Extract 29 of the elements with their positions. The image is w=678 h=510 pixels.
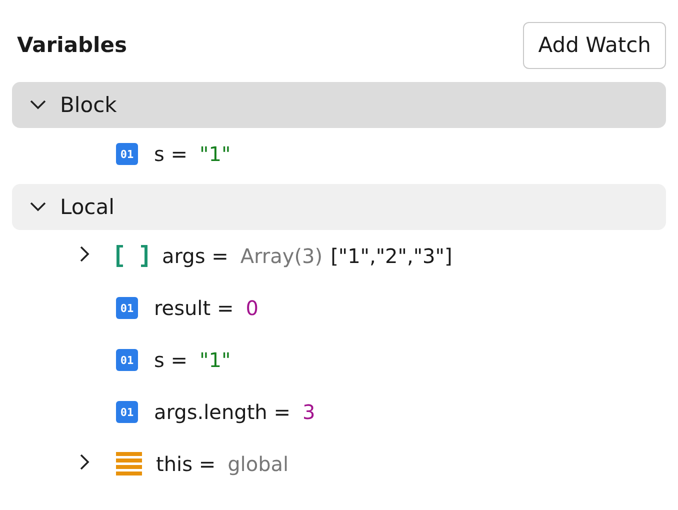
panel-title: Variables [17,33,127,57]
variable-name: args.length = [154,400,290,424]
stack-icon [116,452,142,476]
scope-header[interactable]: Block [12,82,666,128]
add-watch-button[interactable]: Add Watch [523,22,666,68]
variable-name: this = [156,452,216,476]
variable-value: "1" [200,348,231,372]
variable-name: s = [154,142,188,166]
number-badge-icon: 01 [116,143,138,165]
scope-name: Block [60,93,117,117]
number-badge-icon: 01 [116,401,138,423]
chevron-down-icon[interactable] [30,202,46,212]
scope-name: Local [60,195,114,219]
variable-value: global [228,452,289,476]
chevron-down-icon[interactable] [30,100,46,110]
variable-name: s = [154,348,188,372]
variable-value: ["1","2","3"] [330,244,452,268]
number-badge-icon: 01 [116,297,138,319]
variable-value: 3 [302,400,316,424]
variable-name: result = [154,296,234,320]
variable-value: 0 [246,296,258,320]
brackets-icon [116,245,148,267]
scope-header[interactable]: Local [12,184,666,230]
number-badge-icon: 01 [116,349,138,371]
variable-value: Array(3) [240,244,323,268]
variable-value: "1" [200,142,231,166]
chevron-right-icon[interactable] [80,454,90,470]
chevron-right-icon[interactable] [80,246,90,262]
variable-name: args = [162,244,228,268]
